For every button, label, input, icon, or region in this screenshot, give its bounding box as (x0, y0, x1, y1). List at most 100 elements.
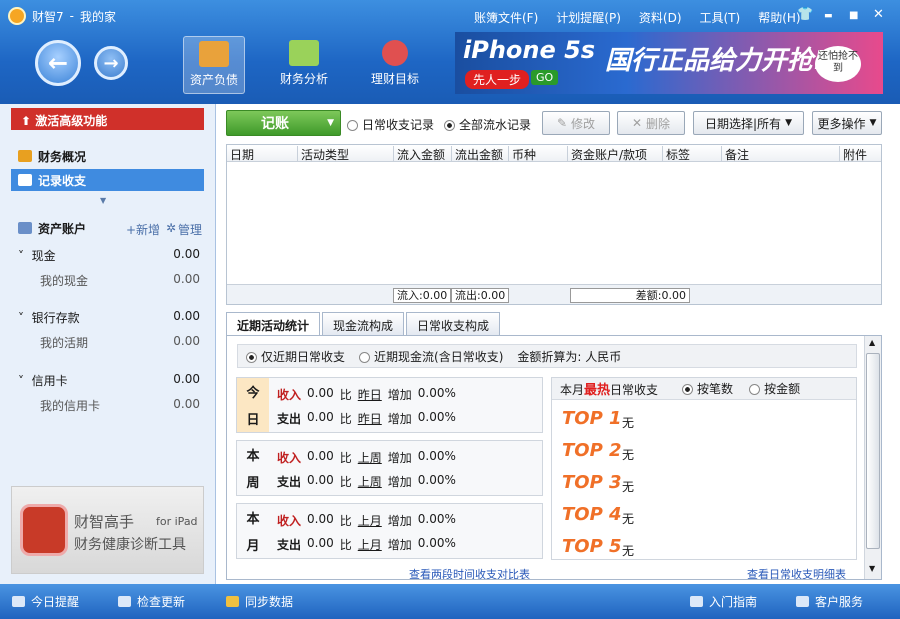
add-account-link[interactable]: +新增 (126, 221, 160, 238)
maximize-button[interactable]: ■ (849, 10, 858, 21)
radio-icon (749, 384, 761, 395)
pencil-icon: ✎ (556, 116, 568, 130)
gear-icon[interactable]: ✲ (166, 221, 176, 235)
opt-daily[interactable]: 仅近期日常收支 (246, 348, 345, 365)
expense-line: 支出 0.00 比上周 增加 0.00% (277, 473, 456, 490)
account-name: 我的活期 (40, 336, 89, 350)
scroll-up-icon[interactable]: ▲ (869, 338, 875, 347)
sidebar-item-overview[interactable]: 财务概况 (18, 145, 206, 167)
top-rank: TOP 2 (562, 440, 622, 461)
opt-cash[interactable]: 近期现金流(含日常收支) (359, 348, 503, 365)
period-label: 本月 (246, 512, 260, 554)
radio-daily-label: 日常收支记录 (362, 118, 435, 132)
toolbar-goals-label: 理财目标 (370, 72, 419, 86)
dropdown-arrow-icon[interactable]: ▼ (327, 118, 334, 128)
accounts-title: 资产账户 (38, 221, 87, 236)
compare-periods-link[interactable]: 查看两段时间收支对比表 (409, 566, 530, 579)
stat-month: 本月 收入 0.00 比上月 增加 0.00% 支出 0.00 比上月 增加 0.00% (236, 503, 543, 559)
toolbar-analysis[interactable]: 财务分析 (273, 36, 335, 94)
customer-service-button[interactable]: 客户服务 (796, 593, 863, 610)
account-group-bank[interactable]: ˅ 银行存款 0.00 (18, 309, 200, 326)
minimize-button[interactable]: ▬ (824, 11, 833, 21)
tab-daily[interactable]: 日常收支构成 (406, 312, 501, 336)
sync-data-button[interactable]: 同步数据 (226, 593, 293, 610)
radio-all[interactable]: 全部流水记录 (444, 116, 531, 133)
compare-link[interactable]: 昨日 (358, 386, 382, 403)
menu-tools[interactable]: 工具(T) (700, 9, 741, 26)
menu-file[interactable]: 账簿文件(F) (474, 9, 538, 26)
diff-total: 差额:0.00 (570, 288, 690, 303)
promo-label: 激活高级功能 (35, 114, 108, 128)
account-my-cash[interactable]: 我的现金 0.00 (40, 272, 200, 289)
scroll-thumb[interactable] (866, 353, 880, 549)
account-my-credit-card[interactable]: 我的信用卡 0.00 (40, 397, 200, 414)
col-type[interactable]: 活动类型 (297, 146, 349, 162)
forward-arrow-icon: → (103, 52, 119, 74)
clipboard-icon (199, 41, 229, 67)
getting-started-button[interactable]: 入门指南 (690, 593, 757, 610)
menu-data[interactable]: 资料(D) (639, 9, 682, 26)
delete-button[interactable]: ✕ 删除 (617, 111, 685, 135)
col-account[interactable]: 资金账户/款项 (567, 146, 647, 162)
compare-link[interactable]: 昨日 (358, 410, 382, 427)
manage-accounts-link[interactable]: 管理 (178, 221, 202, 238)
daily-detail-link[interactable]: 查看日常收支明细表 (747, 566, 846, 579)
document-name: 我的家 (79, 9, 116, 24)
account-group-cash[interactable]: ˅ 现金 0.00 (18, 247, 200, 264)
top-rank: TOP 4 (562, 504, 622, 525)
compare-link[interactable]: 上周 (358, 473, 382, 490)
menu-plan[interactable]: 计划提醒(P) (556, 9, 621, 26)
skin-icon[interactable]: 👕 (797, 7, 813, 22)
banner-tag: 先人一步 (465, 70, 530, 89)
sidebar-item-record[interactable]: 记录收支 (11, 169, 204, 191)
panel-scrollbar[interactable]: ▲ ▼ (864, 336, 881, 579)
record-button[interactable]: 记账 ▼ (226, 110, 341, 136)
account-my-current[interactable]: 我的活期 0.00 (40, 334, 200, 351)
top-value: 无 (622, 416, 635, 430)
dropdown-arrow-icon: ▼ (785, 118, 792, 128)
ipad-ad[interactable]: 财智高手 for iPad 财务健康诊断工具 (11, 486, 204, 574)
close-button[interactable]: ✕ (873, 7, 884, 22)
account-group-credit[interactable]: ˅ 信用卡 0.00 (18, 372, 200, 389)
period-label: 本周 (246, 449, 260, 491)
edit-button[interactable]: ✎ 修改 (542, 111, 610, 135)
col-outflow[interactable]: 流出金额 (451, 146, 503, 162)
date-select-dropdown[interactable]: 日期选择|所有 ▼ (693, 111, 804, 135)
back-button[interactable]: ← (35, 40, 81, 86)
col-date[interactable]: 日期 (227, 146, 254, 162)
check-update-button[interactable]: 检查更新 (118, 593, 185, 610)
col-note[interactable]: 备注 (721, 146, 749, 162)
col-tag[interactable]: 标签 (662, 146, 690, 162)
banner-bubble: 还怕抢不到 (815, 46, 861, 82)
top-rank: TOP 5 (562, 536, 622, 557)
opt-by-amount[interactable]: 按金额 (749, 380, 800, 397)
scroll-down-icon[interactable]: ▼ (869, 564, 875, 573)
account-name: 我的信用卡 (40, 399, 101, 413)
expand-icon: ˅ (18, 374, 28, 388)
opt-by-count[interactable]: 按笔数 (682, 380, 733, 397)
service-icon (796, 596, 809, 607)
more-actions-dropdown[interactable]: 更多操作 ▼ (812, 111, 882, 135)
forward-button[interactable]: → (94, 46, 128, 80)
today-reminder-button[interactable]: 今日提醒 (12, 593, 79, 610)
ad-banner[interactable]: iPhone 5s 国行正品给力开抢! 先人一步 GO 还怕抢不到 (455, 32, 883, 94)
menu-help[interactable]: 帮助(H) (758, 9, 800, 26)
radio-daily[interactable]: 日常收支记录 (347, 116, 434, 133)
toolbar-assets[interactable]: 资产负债 (183, 36, 245, 94)
top-rank: TOP 3 (562, 472, 622, 493)
transactions-table: 日期 活动类型 流入金额 流出金额 币种 资金账户/款项 标签 备注 附件 流入… (226, 144, 882, 305)
compare-link[interactable]: 上月 (358, 536, 382, 553)
col-currency[interactable]: 币种 (508, 146, 536, 162)
activate-advanced-button[interactable]: ⬆ 激活高级功能 (11, 108, 204, 130)
guide-icon (690, 596, 703, 607)
tab-cashflow[interactable]: 现金流构成 (322, 312, 405, 336)
tab-recent-activity[interactable]: 近期活动统计 (226, 312, 321, 336)
compare-link[interactable]: 上周 (358, 449, 382, 466)
col-attachment[interactable]: 附件 (839, 146, 867, 162)
stats-tabs: 近期活动统计 现金流构成 日常收支构成 (226, 312, 501, 336)
dropdown-arrow-icon: ▼ (869, 118, 877, 128)
collapse-icon[interactable]: ▼ (100, 196, 106, 205)
toolbar-goals[interactable]: 理财目标 (364, 36, 426, 94)
col-inflow[interactable]: 流入金额 (393, 146, 445, 162)
compare-link[interactable]: 上月 (358, 512, 382, 529)
